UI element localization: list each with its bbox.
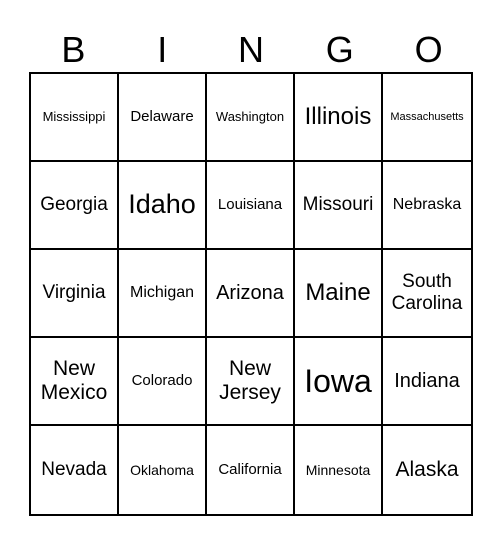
bingo-cell[interactable]: Michigan [119, 250, 207, 338]
bingo-cell[interactable]: Idaho [119, 162, 207, 250]
bingo-cell[interactable]: Washington [207, 74, 295, 162]
bingo-cell[interactable]: New Jersey [207, 338, 295, 426]
bingo-cell[interactable]: Virginia [31, 250, 119, 338]
bingo-cell[interactable]: Maine [295, 250, 383, 338]
header-letter-i: I [157, 29, 168, 70]
bingo-grid: Mississippi Delaware Washington Illinois… [29, 72, 473, 516]
bingo-cell[interactable]: Louisiana [207, 162, 295, 250]
bingo-cell[interactable]: Indiana [383, 338, 471, 426]
header-letter-o: O [414, 29, 443, 70]
bingo-cell[interactable]: Massachusetts [383, 74, 471, 162]
bingo-cell[interactable]: California [207, 426, 295, 514]
header-letter-b: B [61, 29, 86, 70]
bingo-cell[interactable]: Delaware [119, 74, 207, 162]
bingo-cell[interactable]: Iowa [295, 338, 383, 426]
bingo-cell[interactable]: Alaska [383, 426, 471, 514]
bingo-cell[interactable]: Colorado [119, 338, 207, 426]
bingo-cell[interactable]: Arizona [207, 250, 295, 338]
bingo-cell[interactable]: Oklahoma [119, 426, 207, 514]
bingo-cell[interactable]: Georgia [31, 162, 119, 250]
header-letter-n: N [237, 29, 264, 70]
bingo-header: B I N G O [29, 28, 473, 72]
bingo-cell[interactable]: Mississippi [31, 74, 119, 162]
bingo-cell[interactable]: Nevada [31, 426, 119, 514]
bingo-cell[interactable]: South Carolina [383, 250, 471, 338]
bingo-cell[interactable]: Nebraska [383, 162, 471, 250]
bingo-cell[interactable]: New Mexico [31, 338, 119, 426]
bingo-cell[interactable]: Missouri [295, 162, 383, 250]
bingo-cell[interactable]: Illinois [295, 74, 383, 162]
header-letter-g: G [325, 29, 354, 70]
bingo-cell[interactable]: Minnesota [295, 426, 383, 514]
